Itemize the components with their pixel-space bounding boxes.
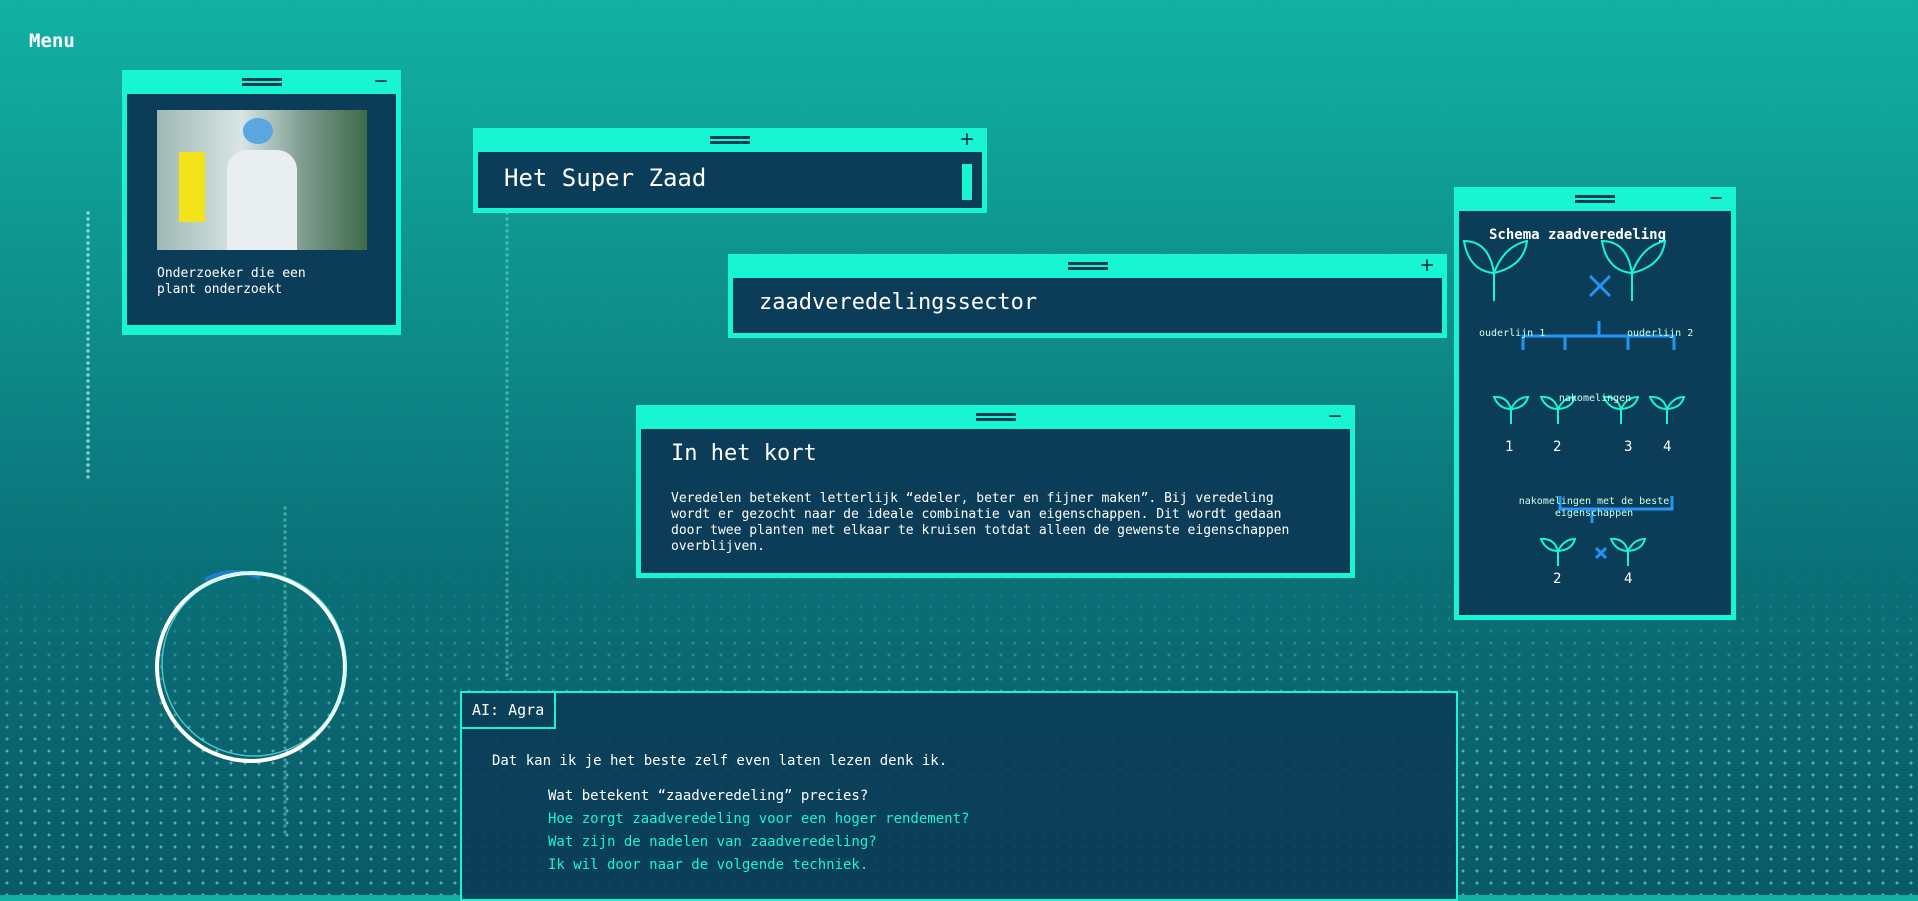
page-title: Het Super Zaad — [504, 164, 707, 192]
offspring-number: 1 — [1505, 439, 1514, 455]
minimize-button[interactable]: − — [1707, 188, 1725, 210]
offspring-number: 2 — [1553, 571, 1562, 587]
chat-option[interactable]: Wat zijn de nadelen van zaadveredeling? — [548, 831, 969, 854]
title-window: + Het Super Zaad — [473, 128, 987, 213]
parent-label: ouderlijn 2 — [1627, 328, 1694, 339]
offspring-number: 4 — [1663, 439, 1672, 455]
scrollbar[interactable] — [962, 164, 972, 200]
cross-icon — [1594, 546, 1608, 560]
chat-option[interactable]: Hoe zorgt zaadveredeling voor een hoger … — [548, 808, 969, 831]
offspring-label: nakomelingen — [1558, 393, 1632, 404]
ai-voice-circle[interactable] — [150, 560, 355, 775]
ai-message: Dat kan ik je het beste zelf even laten … — [492, 753, 948, 769]
chat-option[interactable]: Wat betekent “zaadveredeling” precies? — [548, 785, 969, 808]
term-window: + zaadveredelingssector — [728, 254, 1447, 338]
term-heading: zaadveredelingssector — [759, 290, 1038, 315]
seedling-icon — [1609, 537, 1647, 566]
plant-icon — [1600, 239, 1667, 301]
drag-handle[interactable] — [1067, 262, 1108, 270]
summary-heading: In het kort — [671, 441, 817, 466]
offspring-number: 4 — [1624, 571, 1633, 587]
drag-handle[interactable] — [710, 136, 750, 144]
menu-button[interactable]: Menu — [29, 30, 75, 52]
cross-icon — [1588, 274, 1612, 298]
dotted-line-decoration — [86, 210, 90, 480]
minimize-button[interactable]: − — [372, 71, 390, 93]
ai-chat-panel: AI: Agra Dat kan ik je het beste zelf ev… — [460, 691, 1458, 901]
breeding-diagram — [1462, 239, 1686, 566]
drag-handle[interactable] — [1575, 195, 1615, 203]
seedling-icon — [1539, 537, 1577, 566]
expand-button[interactable]: + — [958, 129, 976, 151]
drag-handle[interactable] — [241, 78, 282, 86]
offspring-number: 2 — [1553, 439, 1562, 455]
chat-option[interactable]: Ik wil door naar de volgende techniek. — [548, 854, 969, 877]
schema-window: − Schema zaadveredeling ouderlijn 1 oude… — [1454, 187, 1736, 620]
minimize-button[interactable]: − — [1326, 406, 1344, 428]
plant-icon — [1462, 239, 1529, 301]
parent-label: ouderlijn 1 — [1479, 328, 1546, 339]
photo-caption: Onderzoeker die een plant onderzoekt — [157, 266, 306, 297]
drag-handle[interactable] — [975, 413, 1016, 421]
photo-window: − Onderzoeker die een plant onderzoekt — [122, 70, 401, 335]
expand-button[interactable]: + — [1418, 255, 1436, 277]
summary-window: − In het kort Veredelen betekent letterl… — [636, 405, 1355, 578]
ai-name-tag: AI: Agra — [460, 691, 557, 729]
best-offspring-label: nakomelingen met de beste eigenschappen — [1518, 496, 1670, 519]
summary-text: Veredelen betekent letterlijk “edeler, b… — [671, 491, 1290, 554]
dotted-line-decoration — [505, 180, 509, 680]
researcher-photo — [157, 110, 367, 250]
offspring-number: 3 — [1624, 439, 1633, 455]
